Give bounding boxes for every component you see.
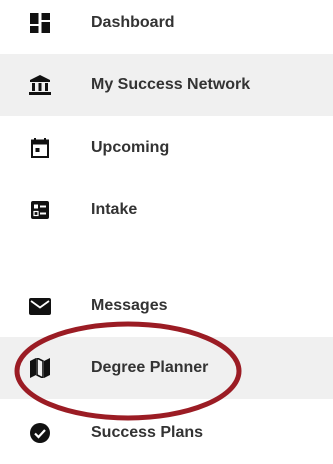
- sidebar-item-label: My Success Network: [91, 76, 251, 93]
- sidebar-item-label: Degree Planner: [91, 359, 209, 376]
- sidebar-item-upcoming[interactable]: Upcoming: [0, 117, 333, 179]
- check-circle-icon: [29, 422, 51, 444]
- sidebar-item-label: Upcoming: [91, 139, 170, 156]
- sidebar-item-label: Intake: [91, 201, 138, 218]
- form-icon: [29, 199, 51, 221]
- sidebar-item-label: Success Plans: [91, 424, 204, 441]
- sidebar-item-my-success-network[interactable]: My Success Network: [0, 54, 333, 116]
- sidebar-item-label: Dashboard: [91, 14, 175, 31]
- dashboard-icon: [29, 12, 51, 34]
- bank-icon: [29, 74, 51, 96]
- sidebar-item-messages[interactable]: Messages: [0, 275, 333, 337]
- envelope-icon: [29, 295, 51, 317]
- sidebar-item-label: Messages: [91, 297, 168, 314]
- sidebar-item-dashboard[interactable]: Dashboard: [0, 0, 333, 54]
- sidebar-item-success-plans[interactable]: Success Plans: [0, 402, 333, 464]
- sidebar-item-degree-planner[interactable]: Degree Planner: [0, 337, 333, 399]
- sidebar-item-intake[interactable]: Intake: [0, 179, 333, 241]
- map-icon: [29, 357, 51, 379]
- calendar-icon: [29, 137, 51, 159]
